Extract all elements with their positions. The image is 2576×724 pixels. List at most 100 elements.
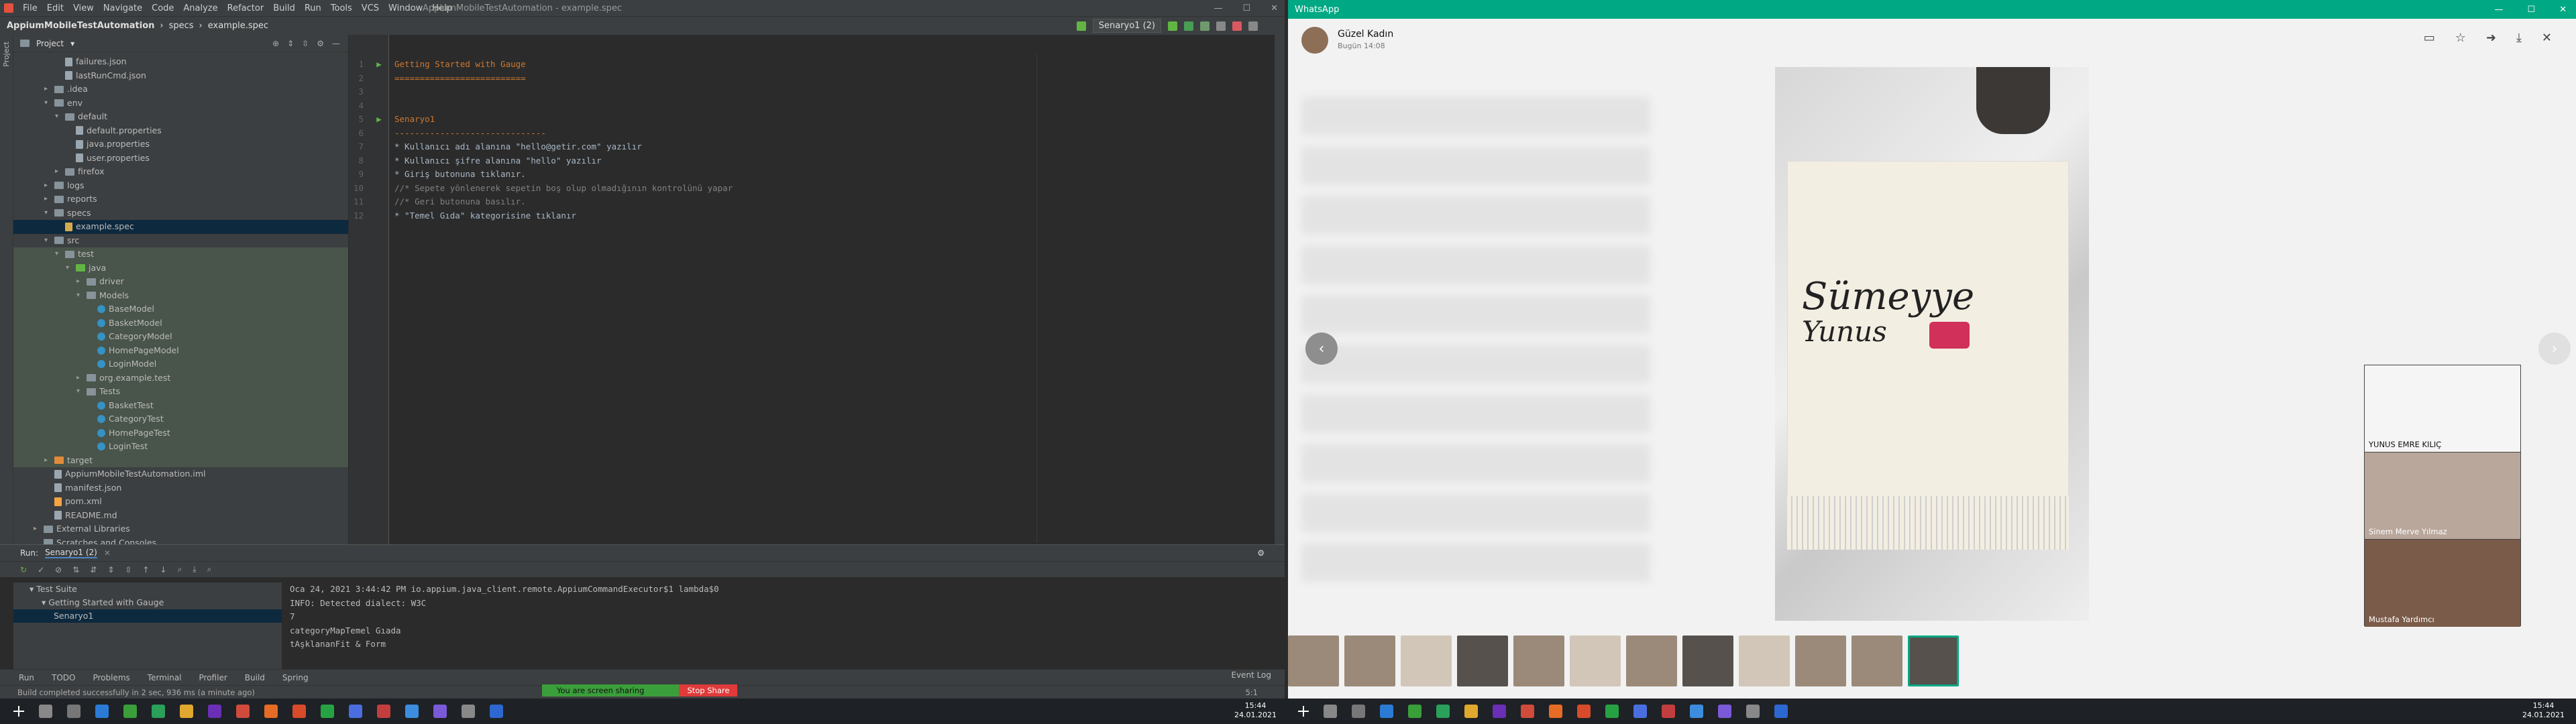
tree-item[interactable]: example.spec (13, 220, 348, 234)
taskbar-app-icon[interactable] (1464, 705, 1478, 718)
code-line[interactable]: 9 * Giriş butonuna tıklanır. (349, 168, 1275, 182)
tool-window-button[interactable]: Profiler (199, 673, 227, 682)
close-icon[interactable]: ✕ (104, 548, 111, 558)
tree-item[interactable]: java.properties (13, 137, 348, 152)
tree-item[interactable]: lastRunCmd.json (13, 69, 348, 83)
tree-item[interactable]: CategoryTest (13, 412, 348, 426)
taskbar-app-icon[interactable] (321, 705, 334, 718)
taskbar-app-icon[interactable] (1633, 705, 1647, 718)
taskbar-app-icon[interactable] (405, 705, 419, 718)
chevron-down-icon[interactable]: ▾ (70, 39, 74, 48)
taskbar-app-icon[interactable] (1352, 705, 1365, 718)
debug-icon[interactable] (1184, 21, 1193, 31)
tree-item[interactable]: ▾ src (13, 234, 348, 248)
test-tree-item[interactable]: Senaryo1 (13, 609, 282, 623)
tree-item[interactable]: ▾ Models (13, 288, 348, 302)
taskbar-app-icon[interactable] (377, 705, 390, 718)
taskbar-app-icon[interactable] (1436, 705, 1450, 718)
chevron-down-icon[interactable]: ▾ (42, 597, 48, 607)
code-line[interactable]: 5 ▶ Senaryo1 (349, 113, 1275, 127)
media-thumbnail[interactable] (1570, 636, 1621, 686)
tree-item[interactable]: ▾ env (13, 97, 348, 111)
tree-item[interactable]: user.properties (13, 152, 348, 166)
taskbar-app-icon[interactable] (264, 705, 278, 718)
media-thumbnail[interactable] (1513, 636, 1564, 686)
maximize-icon[interactable]: ☐ (2527, 5, 2535, 15)
run-gutter-icon[interactable]: ▶ (369, 58, 389, 72)
search-icon[interactable]: ⌕ (207, 564, 212, 575)
gear-icon[interactable]: ⚙ (317, 39, 324, 48)
rerun-icon[interactable]: ↻ (20, 565, 27, 575)
project-tool-tab[interactable]: Project (2, 42, 11, 67)
chevron-right-icon[interactable]: ▸ (44, 82, 51, 97)
chevron-right-icon[interactable]: ▸ (34, 522, 40, 536)
menu-item[interactable]: Tools (331, 3, 352, 13)
media-thumbnail[interactable] (1626, 636, 1677, 686)
minimize-icon[interactable]: — (1214, 3, 1222, 13)
taskbar-app-icon[interactable] (123, 705, 137, 718)
pause-share-icon[interactable] (659, 684, 680, 697)
clock-left[interactable]: 15:44 24.01.2021 (1234, 701, 1277, 720)
next-media-button[interactable]: › (2538, 333, 2571, 365)
tree-item[interactable]: HomePageModel (13, 343, 348, 357)
event-log-button[interactable]: Event Log (1231, 670, 1271, 680)
down-icon[interactable]: ↓ (160, 565, 167, 575)
minimize-icon[interactable]: — (2494, 5, 2503, 15)
test-tree-item[interactable]: ▾ Getting Started with Gauge (13, 596, 282, 609)
download-icon[interactable]: ⤓ (2516, 31, 2522, 45)
breadcrumb-folder[interactable]: specs (169, 21, 194, 31)
tree-item[interactable]: HomePageTest (13, 426, 348, 440)
chevron-right-icon[interactable]: ▸ (76, 371, 83, 385)
search-everywhere-icon[interactable] (1248, 21, 1258, 31)
code-line[interactable]: 2 ========================== (349, 72, 1275, 86)
code-line[interactable]: 6 ------------------------------ (349, 127, 1275, 141)
tree-item[interactable]: ▾ Tests (13, 385, 348, 399)
forward-icon[interactable]: ➜ (2486, 31, 2496, 45)
locate-icon[interactable]: ⊕ (272, 39, 279, 48)
code-line[interactable]: 10 //* Sepete yönlenerek sepetin boş olup… (349, 182, 1275, 196)
media-thumbnail[interactable] (1401, 636, 1452, 686)
run-gutter-icon[interactable]: ▶ (369, 113, 389, 127)
taskbar-app-icon[interactable] (1774, 705, 1788, 718)
chevron-down-icon[interactable]: ▾ (55, 247, 62, 261)
tree-item[interactable]: ▾ specs (13, 206, 348, 221)
tree-item[interactable]: ▸ logs (13, 179, 348, 193)
chevron-down-icon[interactable]: ▾ (44, 206, 51, 221)
run-icon[interactable] (1168, 21, 1177, 31)
tool-window-button[interactable]: Spring (282, 673, 309, 682)
media-thumbnail-selected[interactable] (1908, 636, 1959, 686)
code-lines[interactable]: 1 ▶ Getting Started with Gauge 2 ===========… (349, 58, 1275, 223)
media-thumbnail[interactable] (1457, 636, 1508, 686)
chevron-down-icon[interactable]: ▾ (44, 234, 51, 248)
taskbar-app-icon[interactable] (1577, 705, 1591, 718)
run-config-tab[interactable]: Senaryo1 (2) (45, 548, 97, 558)
chevron-down-icon[interactable]: ▾ (76, 385, 83, 399)
tree-item[interactable]: ▸ reports (13, 192, 348, 206)
start-icon[interactable] (1298, 706, 1309, 717)
tree-item[interactable]: LoginModel (13, 357, 348, 371)
taskbar-app-icon[interactable] (1746, 705, 1760, 718)
tree-item[interactable]: CategoryModel (13, 330, 348, 344)
tool-window-button[interactable]: Run (19, 673, 34, 682)
tree-item[interactable]: ▾ java (13, 261, 348, 275)
cancel-icon[interactable]: ⊘ (55, 565, 62, 575)
coverage-icon[interactable] (1200, 21, 1210, 31)
code-line[interactable]: 8 * Kullanıcı şifre alanına "hello" yazıl… (349, 154, 1275, 168)
participant-tile[interactable]: Mustafa Yardımcı (2365, 540, 2520, 627)
menu-item[interactable]: Build (273, 3, 295, 13)
menu-item[interactable]: Navigate (103, 3, 142, 13)
zoom-icon[interactable]: ⌕ (178, 564, 182, 575)
project-panel-title[interactable]: Project (36, 39, 64, 48)
media-thumbnail[interactable] (1344, 636, 1395, 686)
taskbar-app-icon[interactable] (462, 705, 475, 718)
test-tree-item[interactable]: ▾ Test Suite (13, 583, 282, 596)
tree-item[interactable]: ▾ default (13, 110, 348, 124)
tree-item[interactable]: README.md (13, 509, 348, 523)
code-line[interactable]: 4 (349, 99, 1275, 113)
menu-item[interactable]: Edit (47, 3, 64, 13)
taskbar-app-icon[interactable] (490, 705, 503, 718)
tool-window-button[interactable]: Terminal (148, 673, 182, 682)
chevron-right-icon[interactable]: ▸ (44, 179, 51, 193)
participant-tile[interactable]: Sinem Merve Yılmaz (2365, 452, 2520, 540)
breadcrumb-project[interactable]: AppiumMobileTestAutomation (7, 21, 154, 31)
